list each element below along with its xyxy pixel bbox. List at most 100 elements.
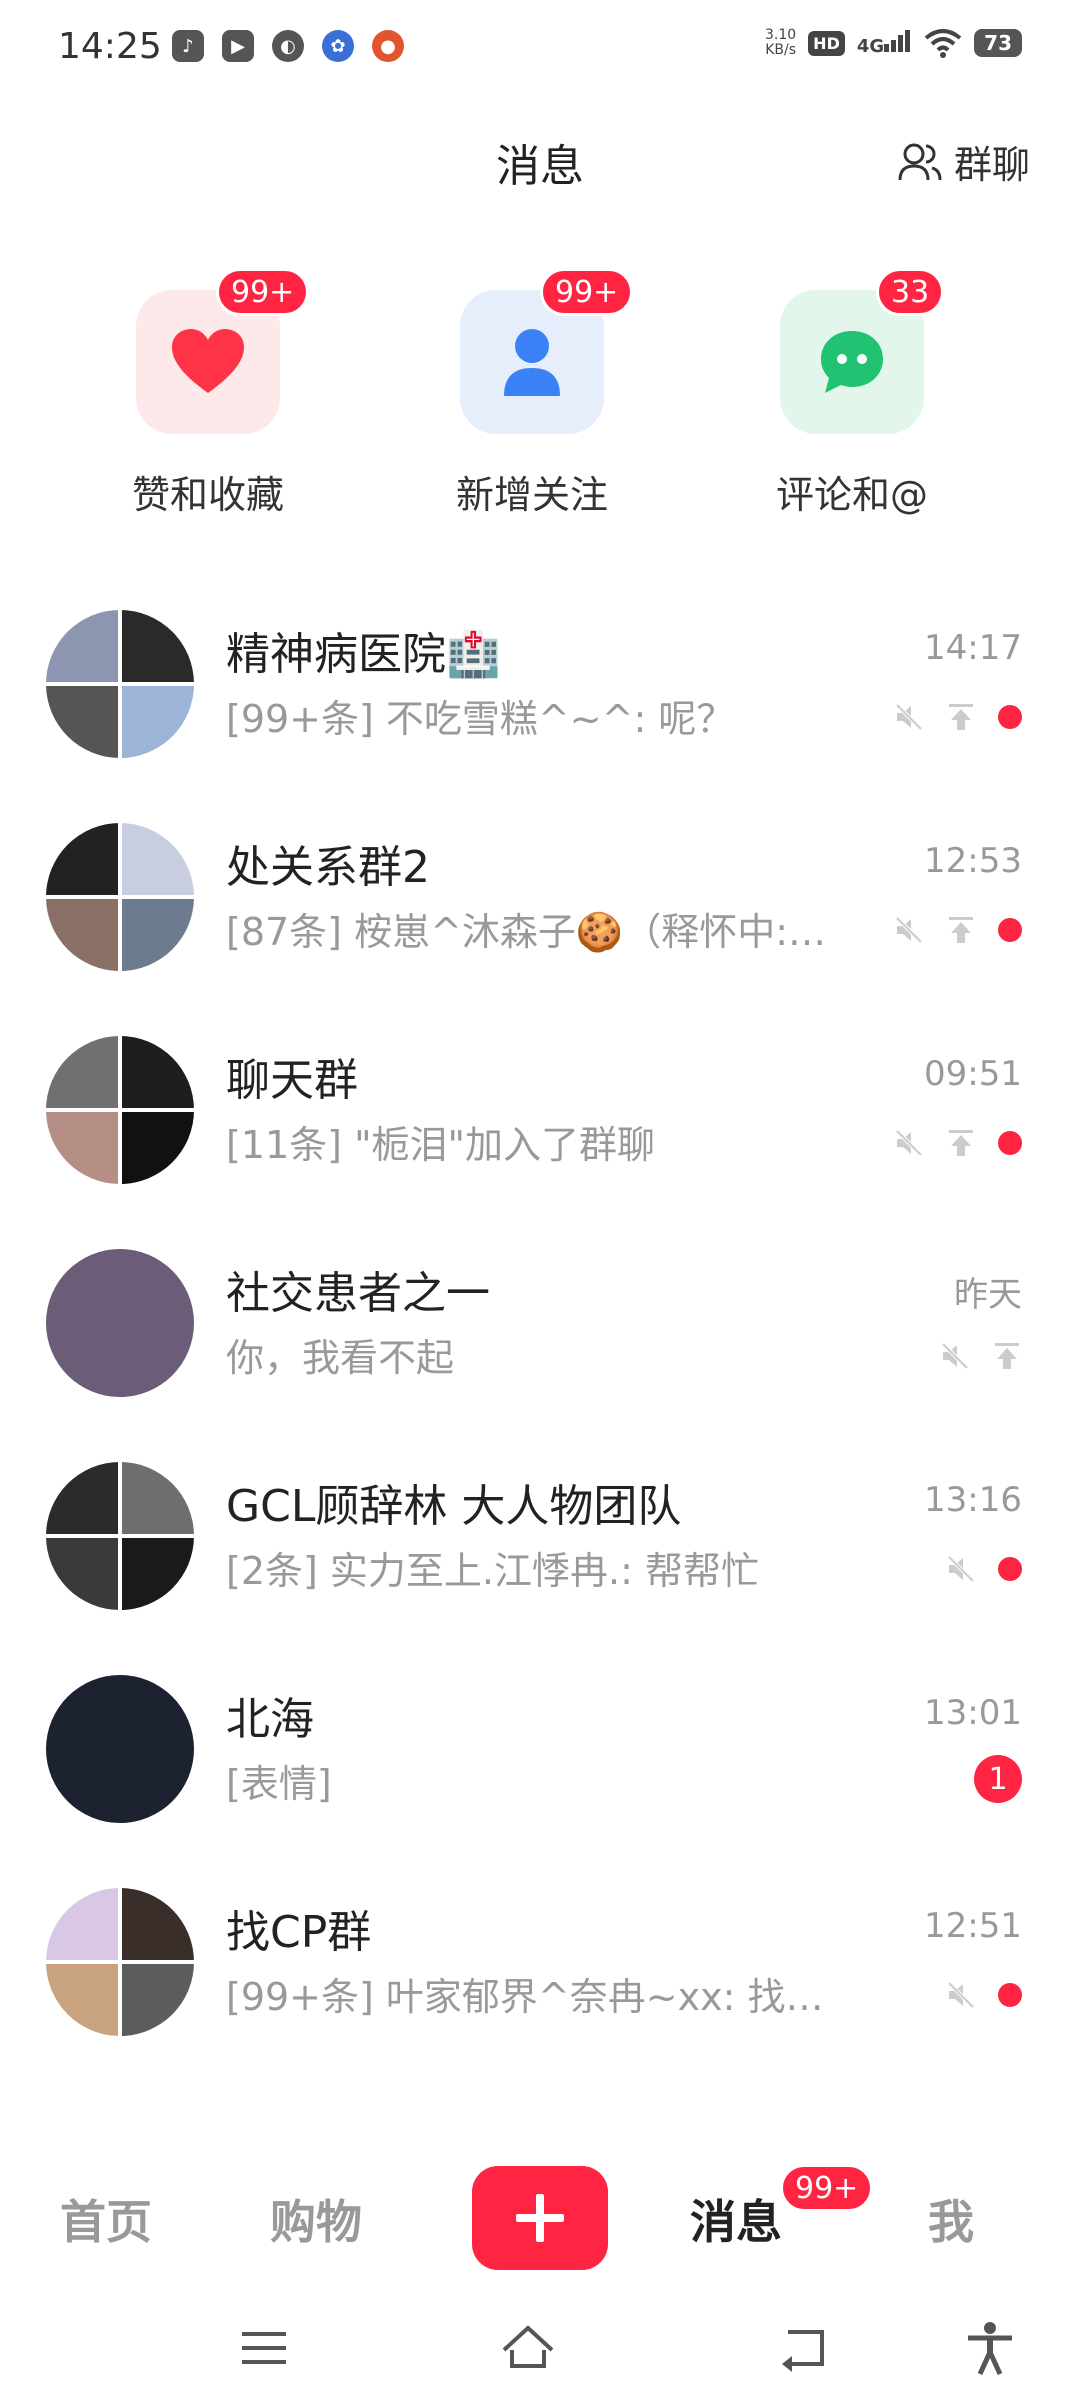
video-notification-icon: ▶ bbox=[222, 30, 254, 62]
paw-notification-icon: ✿ bbox=[322, 30, 354, 62]
pin-icon bbox=[995, 1343, 1019, 1369]
avatar-tile bbox=[46, 899, 118, 971]
nav-me[interactable]: 我 bbox=[928, 2186, 974, 2252]
chat-status bbox=[894, 702, 1022, 732]
pin-icon bbox=[949, 917, 973, 943]
chat-status bbox=[946, 1554, 1022, 1584]
signal-icon: 4G bbox=[857, 29, 912, 57]
mute-icon bbox=[895, 1129, 923, 1157]
chat-last-message: [99+条] 不吃雪糕^~^: 呢？ bbox=[226, 697, 735, 741]
avatar bbox=[46, 1249, 194, 1397]
group-chat-button[interactable]: 群聊 bbox=[898, 134, 1030, 189]
unread-dot bbox=[998, 705, 1022, 729]
game-notification-icon: ● bbox=[372, 30, 404, 62]
chat-name: 精神病医院🏥 bbox=[226, 629, 501, 680]
followers-badge: 99+ bbox=[540, 268, 634, 316]
comments-mentions-shortcut[interactable]: 33 评论和@ bbox=[732, 268, 972, 519]
compass-notification-icon: ◐ bbox=[272, 30, 304, 62]
avatar-tile bbox=[46, 686, 118, 758]
notification-icons: ♪ ▶ ◐ ✿ ● bbox=[172, 30, 404, 62]
pin-icon bbox=[949, 704, 973, 730]
chat-time: 13:01 bbox=[924, 1693, 1022, 1733]
menu-icon[interactable] bbox=[236, 2320, 292, 2376]
group-avatar bbox=[46, 1888, 194, 2036]
chat-last-message: [11条] "栀泪"加入了群聊 bbox=[226, 1123, 656, 1167]
status-right: 3.10 KB/s HD 4G 73 bbox=[765, 28, 1022, 58]
chat-name: 北海 bbox=[226, 1694, 314, 1745]
pin-icon bbox=[949, 1130, 973, 1156]
shortcuts-row: 99+ 赞和收藏 99+ 新增关注 33 评论和@ bbox=[0, 268, 1080, 530]
nav-messages[interactable]: 消息 bbox=[690, 2186, 782, 2252]
mute-icon bbox=[895, 916, 923, 944]
avatar-tile bbox=[122, 1964, 194, 2036]
chat-name: GCL顾辞林 大人物团队 bbox=[226, 1481, 682, 1532]
likes-collections-shortcut[interactable]: 99+ 赞和收藏 bbox=[88, 268, 328, 519]
chat-name: 处关系群2 bbox=[226, 842, 430, 893]
avatar-tile bbox=[122, 1888, 194, 1960]
avatar-tile bbox=[122, 823, 194, 895]
publish-button[interactable] bbox=[472, 2166, 608, 2270]
system-nav bbox=[0, 2280, 1080, 2404]
heart-icon bbox=[172, 329, 244, 393]
chat-list: 精神病医院🏥 [99+条] 不吃雪糕^~^: 呢？ 14:17 处关系群2 [87条] … bbox=[0, 610, 1080, 2101]
chat-last-message: [99+条] 叶家郁界^奈冉~xx: 找兄弟 bbox=[226, 1975, 846, 2019]
chat-name: 社交患者之一 bbox=[226, 1268, 490, 1319]
home-icon[interactable] bbox=[500, 2320, 556, 2376]
chat-name: 聊天群 bbox=[226, 1055, 358, 1106]
status-bar: 14:25 ♪ ▶ ◐ ✿ ● 3.10 KB/s HD 4G 73 bbox=[0, 0, 1080, 96]
chat-row[interactable]: GCL顾辞林 大人物团队 [2条] 实力至上.江悸冉.: 帮帮忙 13:16 bbox=[0, 1462, 1080, 1675]
likes-label: 赞和收藏 bbox=[131, 473, 284, 517]
followers-label: 新增关注 bbox=[455, 473, 608, 517]
mute-icon bbox=[895, 703, 923, 731]
likes-icon-box: 99+ bbox=[136, 268, 310, 434]
hd-icon: HD bbox=[808, 30, 845, 56]
avatar-tile bbox=[46, 1538, 118, 1610]
status-time: 14:25 bbox=[58, 26, 162, 67]
mute-icon bbox=[947, 1555, 975, 1583]
likes-badge: 99+ bbox=[216, 268, 310, 316]
bottom-nav: 首页 购物 消息 99+ 我 bbox=[0, 2140, 1080, 2280]
group-chat-label: 群聊 bbox=[953, 143, 1030, 187]
chat-row[interactable]: 聊天群 [11条] "栀泪"加入了群聊 09:51 bbox=[0, 1036, 1080, 1249]
new-followers-shortcut[interactable]: 99+ 新增关注 bbox=[412, 268, 652, 519]
avatar-tile bbox=[46, 1964, 118, 2036]
chat-row[interactable]: 精神病医院🏥 [99+条] 不吃雪糕^~^: 呢？ 14:17 bbox=[0, 610, 1080, 823]
comments-badge: 33 bbox=[876, 268, 945, 316]
user-icon bbox=[504, 329, 560, 396]
avatar-tile bbox=[46, 1112, 118, 1184]
app-notification-icon: ♪ bbox=[172, 30, 204, 62]
chat-row[interactable]: 北海 [表情] 13:01 1 bbox=[0, 1675, 1080, 1888]
unread-dot bbox=[998, 1557, 1022, 1581]
unread-dot bbox=[998, 918, 1022, 942]
chat-time: 昨天 bbox=[954, 1275, 1022, 1315]
back-icon[interactable] bbox=[778, 2320, 834, 2376]
avatar-tile bbox=[46, 823, 118, 895]
chat-status bbox=[894, 915, 1022, 945]
chat-time: 12:53 bbox=[924, 841, 1022, 881]
chat-row[interactable]: 找CP群 [99+条] 叶家郁界^奈冉~xx: 找兄弟 12:51 bbox=[0, 1888, 1080, 2101]
group-avatar bbox=[46, 610, 194, 758]
speed-unit: KB/s bbox=[765, 42, 796, 58]
avatar-tile bbox=[46, 1888, 118, 1960]
unread-dot bbox=[998, 1131, 1022, 1155]
chat-status bbox=[894, 1128, 1022, 1158]
chat-last-message: [表情] bbox=[226, 1762, 332, 1806]
avatar-tile bbox=[122, 1036, 194, 1108]
avatar-tile bbox=[46, 1462, 118, 1534]
avatar-tile bbox=[122, 1112, 194, 1184]
avatar-tile bbox=[122, 610, 194, 682]
chat-last-message: [2条] 实力至上.江悸冉.: 帮帮忙 bbox=[226, 1549, 759, 1593]
chat-row[interactable]: 社交患者之一 你，我看不起 昨天 bbox=[0, 1249, 1080, 1462]
chat-row[interactable]: 处关系群2 [87条] 桉崽^沐森子🍪（释怀中:… 12:53 bbox=[0, 823, 1080, 1036]
wifi-icon bbox=[924, 29, 962, 58]
nav-home[interactable]: 首页 bbox=[60, 2186, 152, 2252]
avatar-tile bbox=[46, 1036, 118, 1108]
nav-shop[interactable]: 购物 bbox=[270, 2186, 362, 2252]
avatar-tile bbox=[122, 1462, 194, 1534]
chat-time: 12:51 bbox=[924, 1906, 1022, 1946]
chat-bubble-icon bbox=[821, 331, 883, 393]
accessibility-icon[interactable] bbox=[962, 2320, 1018, 2376]
mute-icon bbox=[941, 1342, 969, 1370]
group-avatar bbox=[46, 823, 194, 971]
chat-status bbox=[940, 1341, 1022, 1371]
